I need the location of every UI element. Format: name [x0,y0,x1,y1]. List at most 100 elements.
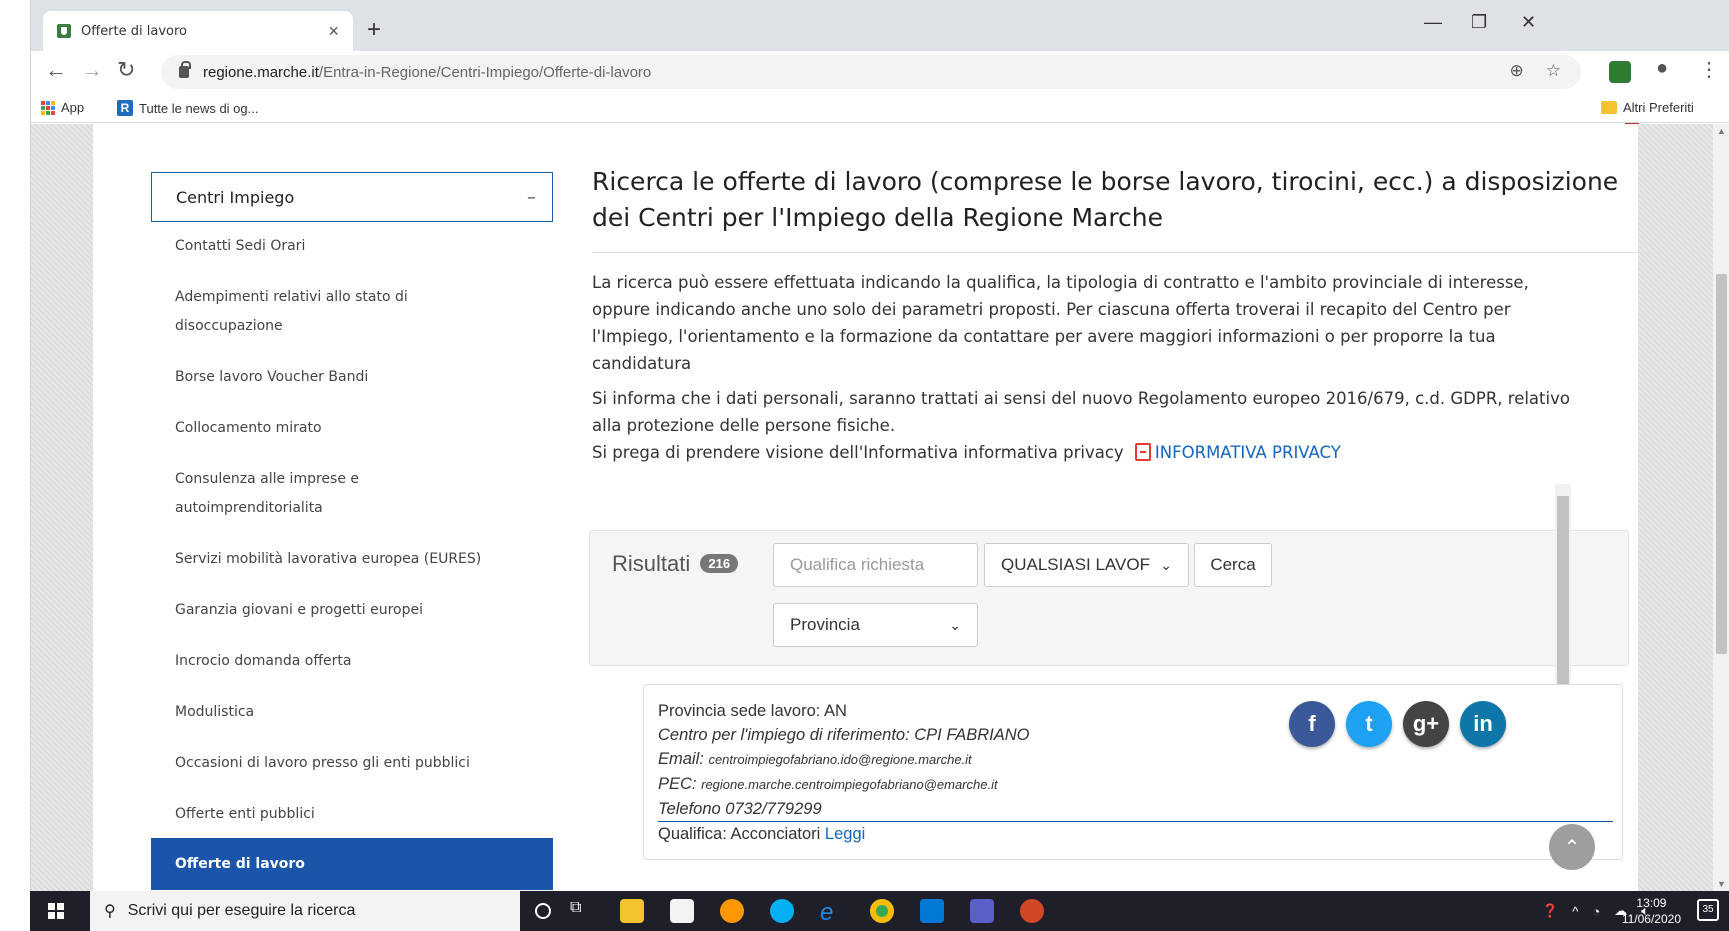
results-header: Risultati 216 [612,551,739,577]
taskbar-search[interactable]: ⚲ Scrivi qui per eseguire la ricerca [90,891,520,931]
sidebar-item-offerte-lavoro[interactable]: Offerte di lavoro [151,838,553,890]
linkedin-icon[interactable]: in [1460,701,1506,747]
new-tab-icon[interactable]: + [367,16,381,44]
back-icon[interactable]: ← [45,57,67,83]
chevron-down-icon: ⌄ [1160,556,1172,573]
menu-icon[interactable]: ⋮ [1699,57,1719,82]
url-path: /Entra-in-Regione/Centri-Impiego/Offerte… [318,63,652,81]
sidebar-header[interactable]: Centri Impiego – [151,172,553,222]
bookmark-apps-label: App [61,100,85,115]
sidebar-item-adempimenti-2[interactable]: disoccupazione [151,312,553,341]
notification-center-icon[interactable]: 35 [1697,899,1719,921]
sidebar-item-eures[interactable]: Servizi mobilità lavorativa europea (EUR… [151,545,553,574]
extension-icon[interactable] [1609,61,1631,83]
search-button[interactable]: Cerca [1194,543,1272,587]
close-window-icon[interactable]: ✕ [1521,12,1536,33]
url-host: regione.marche.it [203,63,319,81]
scroll-up-icon[interactable]: ▲ [1717,126,1726,136]
sidebar-item-collocamento[interactable]: Collocamento mirato [151,414,553,443]
page-content: Centri Impiego – Contatti Sedi Orari Ade… [93,124,1652,891]
googleplus-icon[interactable]: g+ [1403,701,1449,747]
bookmark-news[interactable]: R Tutte le news di og... [117,100,258,116]
search-icon: ⚲ [104,903,116,920]
sidebar-item-offerte-enti[interactable]: Offerte enti pubblici [151,800,553,829]
sidebar-item-adempimenti[interactable]: Adempimenti relativi allo stato di [151,283,553,312]
chevron-down-icon: ⌄ [949,616,961,633]
leggi-link[interactable]: Leggi [825,825,865,843]
intro-paragraph: La ricerca può essere effettuata indican… [592,269,1652,377]
avast-icon[interactable] [720,899,744,923]
contract-select[interactable]: QUALSIASI LAVOF ⌄ [984,543,1189,587]
sidebar-item-borse[interactable]: Borse lavoro Voucher Bandi [151,363,553,392]
page-viewport: Centri Impiego – Contatti Sedi Orari Ade… [31,124,1729,891]
task-view-icon[interactable]: ⧉ [570,899,594,923]
sidebar-item-incrocio[interactable]: Incrocio domanda offerta [151,647,553,676]
file-explorer-icon[interactable] [620,899,644,923]
store-icon[interactable] [670,899,694,923]
restore-icon[interactable]: ❐ [1471,12,1487,33]
taskbar-clock[interactable]: 13:09 11/06/2020 [1622,895,1681,927]
site-favicon-icon [57,24,71,38]
cortana-icon[interactable] [535,903,551,919]
contract-select-value: QUALSIASI LAVOF [1001,555,1150,574]
bookmark-apps[interactable]: App [41,100,84,115]
clock-time: 13:09 [1636,896,1667,910]
taskbar-search-placeholder: Scrivi qui per eseguire la ricerca [127,902,356,919]
sidebar-item-modulistica[interactable]: Modulistica [151,698,553,727]
forward-icon[interactable]: → [81,57,103,83]
browser-tab[interactable]: Offerte di lavoro × [43,11,353,51]
minimize-icon[interactable]: — [1424,12,1442,33]
browser-toolbar: ← → ↻ regione.marche.it /Entra-in-Region… [31,51,1729,127]
page-scrollbar[interactable]: ▲ ▼ [1713,124,1729,891]
sidebar-item-contatti[interactable]: Contatti Sedi Orari [151,232,553,261]
page-title: Ricerca le offerte di lavoro (comprese l… [592,164,1652,236]
divider [592,252,1652,253]
lock-icon [179,61,191,78]
close-tab-icon[interactable]: × [328,21,339,42]
intro-line: l'Impiego, l'orientamento e la formazion… [592,327,1496,346]
card-pec: PEC: regione.marche.centroimpiegofabrian… [658,772,1608,797]
address-bar[interactable]: regione.marche.it /Entra-in-Regione/Cent… [161,55,1581,89]
qualifica-placeholder: Qualifica richiesta [790,555,925,574]
profile-icon[interactable]: ● [1656,57,1668,80]
internet-explorer-icon[interactable]: e [820,899,844,926]
facebook-icon[interactable]: f [1289,701,1335,747]
skype-icon[interactable] [770,899,794,923]
powerpoint-icon[interactable] [1020,899,1044,923]
collapse-icon[interactable]: – [527,187,536,208]
chrome-icon[interactable] [870,899,894,923]
help-icon[interactable]: ❓ [1542,903,1558,919]
outlook-icon[interactable] [920,899,944,923]
results-label: Risultati [612,551,691,576]
sidebar-item-consulenza-2[interactable]: autoimprenditorialita [151,494,553,523]
twitter-icon[interactable]: t [1346,701,1392,747]
chevron-up-icon[interactable]: ^ [1572,904,1578,919]
apps-grid-icon [41,100,55,115]
email-label: Email: [658,750,704,768]
page-title-line-1: Ricerca le offerte di lavoro (comprese l… [592,167,1619,196]
r-logo-icon: R [117,100,133,116]
reload-icon[interactable]: ↻ [117,57,135,83]
qualifica-label: Qualifica: Acconciatori [658,825,821,843]
privacy-text: Si prega di prendere visione dell'Inform… [592,443,1124,462]
qualifica-input[interactable]: Qualifica richiesta [773,543,978,587]
teams-icon[interactable] [970,899,994,923]
card-qualifica: Qualifica: Acconciatori Leggi [658,822,1608,846]
zoom-icon[interactable]: ⊕ [1510,61,1524,81]
windows-start-icon[interactable] [48,903,64,919]
tab-title: Offerte di lavoro [81,23,187,39]
intro-line: oppure indicando anche uno solo dei para… [592,300,1511,319]
scroll-down-icon[interactable]: ▼ [1717,879,1726,889]
provincia-select[interactable]: Provincia ⌄ [773,603,978,647]
privacy-link[interactable]: INFORMATIVA PRIVACY [1155,443,1341,462]
wifi-icon[interactable]: ◔ [1592,904,1600,919]
scroll-to-top-button[interactable]: ⌃ [1549,824,1595,870]
provincia-select-value: Provincia [790,615,860,634]
clock-date: 11/06/2020 [1621,912,1681,926]
bookmark-star-icon[interactable]: ☆ [1546,61,1561,81]
page-scrollbar-thumb[interactable] [1716,274,1727,654]
bookmark-others[interactable]: Altri Preferiti [1601,100,1694,115]
sidebar-item-occasioni[interactable]: Occasioni di lavoro presso gli enti pubb… [151,749,553,778]
sidebar-item-consulenza[interactable]: Consulenza alle imprese e [151,465,553,494]
sidebar-item-garanzia[interactable]: Garanzia giovani e progetti europei [151,596,553,625]
